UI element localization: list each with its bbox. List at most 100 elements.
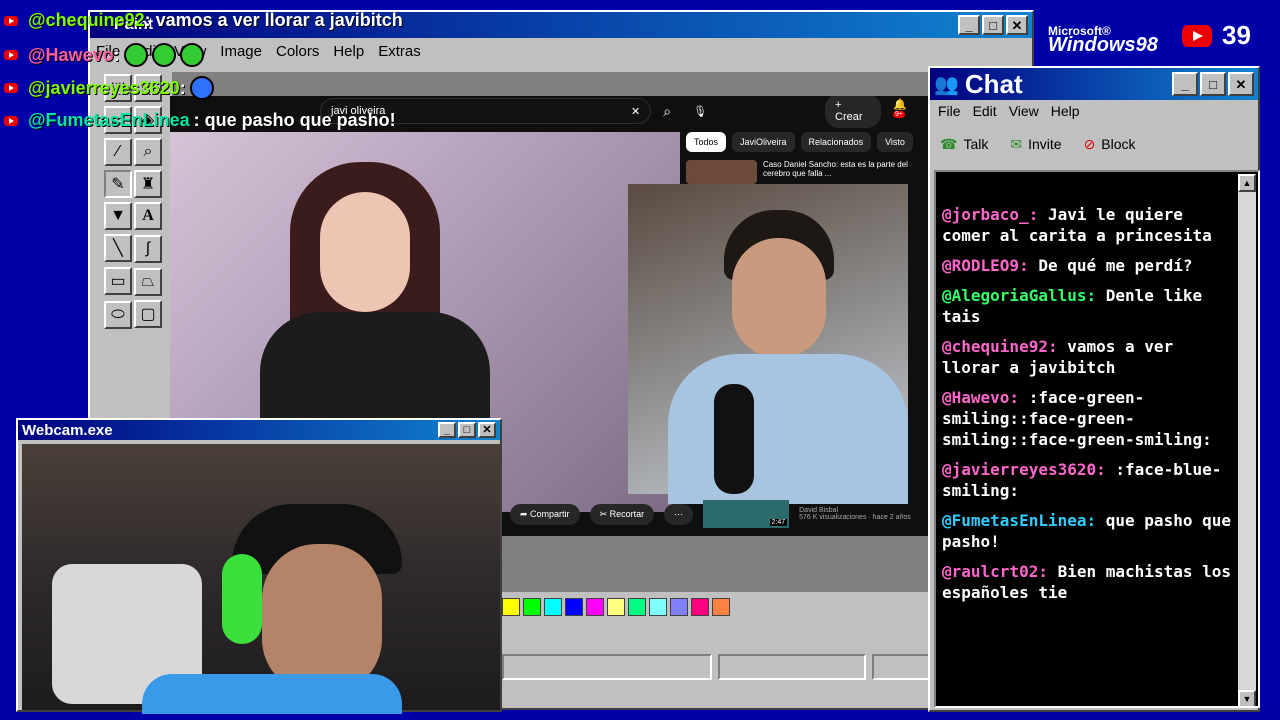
video-channel: David Bisbal [799, 507, 839, 514]
chat-menubar: File Edit View Help [930, 100, 1258, 122]
clear-icon[interactable]: ✕ [631, 105, 640, 118]
rectangle-icon[interactable]: ▭ [104, 267, 132, 295]
chat-message: @Hawevo: :face-green-smiling::face-green… [942, 387, 1232, 450]
guy-face [732, 238, 826, 358]
close-button[interactable]: ✕ [478, 422, 496, 438]
menu-edit[interactable]: Edit [973, 103, 997, 119]
status-cell [718, 654, 866, 680]
menu-file[interactable]: File [938, 103, 961, 119]
streamer-face [320, 192, 410, 312]
maximize-button[interactable]: □ [458, 422, 476, 438]
chip-relacionados[interactable]: Relacionados [800, 132, 872, 152]
chip-todos[interactable]: Todos [686, 132, 727, 152]
airbrush-icon[interactable]: ▼ [104, 202, 132, 230]
more-button[interactable]: ⋯ [664, 503, 694, 525]
paint-menubar: File Edit View Image Colors Help Extras [90, 38, 1032, 64]
share-button[interactable]: ➦ Compartir [510, 503, 580, 525]
chat-scrollbar[interactable]: ▲ ▼ [1238, 174, 1256, 706]
invite-button[interactable]: ✉ Invite [1010, 136, 1061, 153]
scroll-up-icon[interactable]: ▲ [1238, 174, 1256, 192]
curve-icon[interactable]: ∫ [134, 235, 162, 263]
chat-message: @RODLEO9: De qué me perdí? [942, 255, 1232, 276]
youtube-icon [4, 15, 18, 26]
menu-view[interactable]: View [1009, 103, 1039, 119]
chat-people-icon: 👥 [934, 73, 959, 96]
face-green-smiling-icon [179, 43, 204, 67]
maximize-button[interactable]: □ [982, 15, 1004, 35]
overlay-chat-line: @FumetasEnLinea : que pasho que pasho! [4, 110, 396, 131]
maximize-button[interactable]: □ [1200, 72, 1226, 96]
palette-swatch[interactable] [502, 598, 520, 616]
video-views: 576 K visualizaciones · hace 2 años [799, 514, 911, 521]
palette-swatch[interactable] [670, 598, 688, 616]
block-icon: ⊘ [1083, 135, 1096, 152]
recommended-thumb [686, 160, 757, 184]
line-icon[interactable]: ╲ [104, 234, 132, 262]
close-button[interactable]: ✕ [1006, 15, 1028, 35]
chat-window: 👥 Chat _ □ ✕ File Edit View Help ☎ Talk ✉… [928, 66, 1260, 712]
palette-swatch[interactable] [586, 598, 604, 616]
webcam-shirt [142, 674, 402, 714]
menu-help[interactable]: Help [1051, 103, 1080, 119]
chat-username: @javierreyes3620: [942, 460, 1106, 479]
overlay-chat-line: @chequine92 : vamos a ver llorar a javib… [4, 10, 403, 31]
menu-colors[interactable]: Colors [276, 43, 319, 60]
minimize-button[interactable]: _ [438, 422, 456, 438]
menu-extras[interactable]: Extras [378, 43, 421, 60]
text-icon[interactable]: A [134, 202, 162, 230]
mic-icon[interactable]: 🎙 [693, 105, 707, 118]
minimize-button[interactable]: _ [958, 15, 980, 35]
polygon-icon[interactable]: ⏢ [134, 268, 162, 296]
bell-icon[interactable]: 🔔9+ [893, 98, 918, 124]
video-thumb[interactable]: 2:47 [703, 500, 790, 528]
close-button[interactable]: ✕ [1228, 72, 1254, 96]
palette-swatch[interactable] [565, 598, 583, 616]
pencil-icon[interactable]: ✎ [104, 170, 132, 198]
palette-swatch[interactable] [544, 598, 562, 616]
minimize-button[interactable]: _ [1172, 72, 1198, 96]
talk-button[interactable]: ☎ Talk [940, 136, 988, 153]
chip-visto[interactable]: Visto [877, 132, 913, 152]
block-button[interactable]: ⊘ Block [1084, 136, 1136, 153]
menu-help[interactable]: Help [333, 43, 364, 60]
recommended-video[interactable]: Caso Daniel Sancho: esta es la parte del… [686, 160, 916, 184]
palette-swatch[interactable] [628, 598, 646, 616]
overlay-user: @FumetasEnLinea [28, 110, 190, 130]
clip-button[interactable]: ✂ Recortar [589, 503, 655, 525]
webcam-headphones [222, 554, 262, 644]
viewer-count-value: 39 [1222, 20, 1251, 50]
youtube-icon [4, 50, 18, 60]
webcam-feed [22, 444, 500, 714]
palette-swatch[interactable] [649, 598, 667, 616]
palette-swatch[interactable] [523, 598, 541, 616]
face-green-smiling-icon [151, 43, 176, 67]
chat-message: @raulcrt02: Bien machistas los españoles… [942, 561, 1232, 603]
chat-messages: @jorbaco_: Javi le quiere comer al carit… [936, 172, 1258, 603]
rounded-rect-icon[interactable]: ▢ [134, 300, 162, 328]
palette-swatch[interactable] [712, 598, 730, 616]
chat-text: De qué me perdí? [1038, 256, 1193, 275]
overlay-text: : que pasho que pasho! [193, 110, 396, 130]
youtube-icon [4, 83, 18, 93]
scroll-down-icon[interactable]: ▼ [1238, 690, 1256, 706]
palette-swatch[interactable] [607, 598, 625, 616]
picker-icon[interactable]: ⁄ [104, 138, 132, 166]
magnifier-icon[interactable]: ⌕ [134, 138, 162, 166]
color-palette [502, 598, 733, 616]
youtube-chips: Todos JaviOliveira Relacionados Visto [686, 132, 913, 152]
chat-log[interactable]: @jorbaco_: Javi le quiere comer al carit… [934, 170, 1260, 708]
chat-username: @AlegoriaGallus: [942, 286, 1097, 305]
menu-image[interactable]: Image [220, 43, 262, 60]
create-button[interactable]: + Crear [825, 96, 882, 128]
ellipse-icon[interactable]: ⬭ [104, 301, 132, 329]
webcam-person-face [262, 544, 382, 694]
face-green-smiling-icon [123, 43, 148, 67]
overlay-text: : [113, 44, 120, 65]
search-icon[interactable]: ⌕ [663, 103, 671, 120]
chat-titlebar: 👥 Chat _ □ ✕ [930, 68, 1258, 100]
chip-javioliveira[interactable]: JaviOliveira [732, 132, 795, 152]
microphone [714, 384, 754, 494]
chat-username: @jorbaco_: [942, 205, 1039, 224]
palette-swatch[interactable] [691, 598, 709, 616]
brush-icon[interactable]: ♜ [134, 170, 162, 198]
